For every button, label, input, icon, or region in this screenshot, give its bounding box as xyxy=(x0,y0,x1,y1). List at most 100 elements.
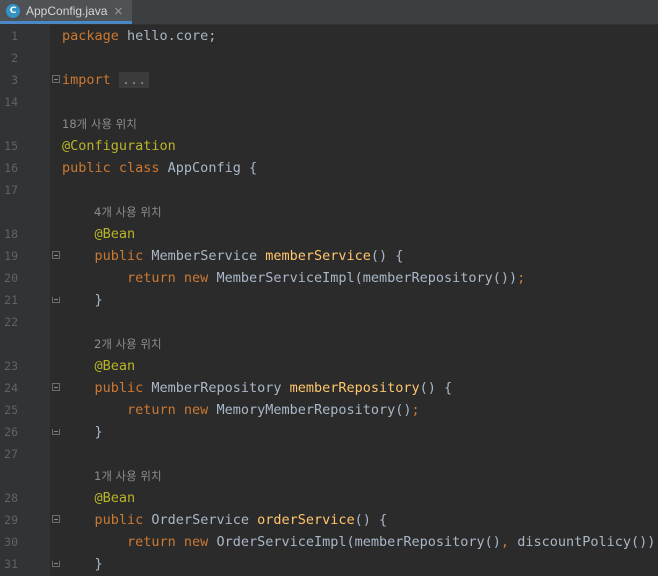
keyword-token: return new xyxy=(127,402,209,418)
code-token: AppConfig { xyxy=(159,160,258,176)
annotation-token: @Bean xyxy=(94,490,136,506)
line-number: 3 xyxy=(11,73,18,87)
method-name-token: memberRepository xyxy=(289,380,420,396)
code-line[interactable]: 31 } xyxy=(0,553,658,575)
code-line[interactable]: 2 xyxy=(0,47,658,69)
method-name-token: orderService xyxy=(257,512,355,528)
line-number: 21 xyxy=(4,293,18,307)
line-number: 20 xyxy=(4,271,18,285)
line-number: 25 xyxy=(4,403,18,417)
code-text: } xyxy=(62,421,103,443)
line-number: 26 xyxy=(4,425,18,439)
java-class-icon: C xyxy=(6,3,20,18)
annotation-token: @Bean xyxy=(94,226,136,242)
usage-hint-line[interactable]: 4개 사용 위치 xyxy=(0,201,658,223)
annotation-token: @Bean xyxy=(94,358,136,374)
code-token: () { xyxy=(354,512,388,528)
code-line[interactable]: 20 return new MemberServiceImpl(memberRe… xyxy=(0,267,658,289)
line-number: 15 xyxy=(4,139,18,153)
code-line[interactable]: 15 @Configuration xyxy=(0,135,658,157)
code-line[interactable]: 26 } xyxy=(0,421,658,443)
tab-label: AppConfig.java xyxy=(26,3,108,18)
code-token: MemberServiceImpl(memberRepository()) xyxy=(208,270,518,286)
code-text: @Bean xyxy=(62,223,136,245)
fold-collapse-icon[interactable] xyxy=(52,75,60,83)
code-token: discountPolicy()) xyxy=(509,534,656,550)
code-token: } xyxy=(62,292,103,308)
code-text: @Configuration xyxy=(62,135,176,157)
code-line[interactable]: 25 return new MemoryMemberRepository(); xyxy=(0,399,658,421)
code-text: import ... xyxy=(62,69,150,91)
line-number: 2 xyxy=(11,51,18,65)
code-line[interactable]: 29 public OrderService orderService() { xyxy=(0,509,658,531)
code-text: public OrderService orderService() { xyxy=(62,509,388,531)
usages-hint[interactable]: 2개 사용 위치 xyxy=(94,333,162,355)
line-number: 23 xyxy=(4,359,18,373)
code-line[interactable]: 27 xyxy=(0,443,658,465)
line-number: 19 xyxy=(4,249,18,263)
code-line[interactable]: 30 return new OrderServiceImpl(memberRep… xyxy=(0,531,658,553)
fold-collapse-icon[interactable] xyxy=(52,383,60,391)
fold-end-icon[interactable] xyxy=(52,429,60,435)
keyword-token: package xyxy=(62,28,119,44)
code-token: hello.core; xyxy=(118,28,217,44)
annotation-token: @Configuration xyxy=(62,138,176,154)
code-text: @Bean xyxy=(62,487,136,509)
keyword-token: , xyxy=(500,534,510,550)
close-icon[interactable]: × xyxy=(113,4,123,18)
code-line[interactable]: 14 xyxy=(0,91,658,113)
code-token: OrderService xyxy=(143,512,258,528)
code-text: } xyxy=(62,553,103,575)
keyword-token: public xyxy=(94,380,144,396)
usage-hint-line[interactable]: 18개 사용 위치 xyxy=(0,113,658,135)
fold-collapse-icon[interactable] xyxy=(52,251,60,259)
tab-appconfig-java[interactable]: C AppConfig.java × xyxy=(0,0,132,24)
code-line[interactable]: 18 @Bean xyxy=(0,223,658,245)
usage-hint-line[interactable]: 1개 사용 위치 xyxy=(0,465,658,487)
code-line[interactable]: 16 public class AppConfig { xyxy=(0,157,658,179)
code-line[interactable]: 17 xyxy=(0,179,658,201)
code-token: } xyxy=(62,556,103,572)
line-number: 28 xyxy=(4,491,18,505)
code-editor[interactable]: 1 package hello.core; 2 3 import ... 14 18개 사용… xyxy=(0,25,658,576)
code-text: @Bean xyxy=(62,355,136,377)
keyword-token: public class xyxy=(62,160,160,176)
fold-end-icon[interactable] xyxy=(52,297,60,303)
code-line[interactable]: 19 public MemberService memberService() … xyxy=(0,245,658,267)
code-text: public MemberRepository memberRepository… xyxy=(62,377,453,399)
code-line[interactable]: 24 public MemberRepository memberReposit… xyxy=(0,377,658,399)
editor-tab-bar: C AppConfig.java × xyxy=(0,0,658,25)
code-text: } xyxy=(62,289,103,311)
code-line[interactable]: 3 import ... xyxy=(0,69,658,91)
usages-hint[interactable]: 18개 사용 위치 xyxy=(62,113,137,135)
code-line[interactable]: 1 package hello.core; xyxy=(0,25,658,47)
keyword-token: ; xyxy=(411,402,420,418)
fold-collapse-icon[interactable] xyxy=(52,515,60,523)
keyword-token: ; xyxy=(517,270,526,286)
keyword-token: return new xyxy=(127,270,209,286)
code-text: return new MemberServiceImpl(memberRepos… xyxy=(62,267,525,289)
usages-hint[interactable]: 4개 사용 위치 xyxy=(94,201,162,223)
line-number: 24 xyxy=(4,381,18,395)
usage-hint-line[interactable]: 2개 사용 위치 xyxy=(0,333,658,355)
code-line[interactable]: 23 @Bean xyxy=(0,355,658,377)
fold-end-icon[interactable] xyxy=(52,561,60,567)
code-line[interactable]: 28 @Bean xyxy=(0,487,658,509)
line-number: 31 xyxy=(4,557,18,571)
code-token: MemoryMemberRepository() xyxy=(208,402,412,418)
line-number: 22 xyxy=(4,315,18,329)
code-line[interactable]: 21 } xyxy=(0,289,658,311)
code-line[interactable]: 22 xyxy=(0,311,658,333)
code-token: MemberService xyxy=(143,248,266,264)
line-number: 1 xyxy=(11,29,18,43)
code-token: } xyxy=(62,424,103,440)
code-text: return new MemoryMemberRepository(); xyxy=(62,399,420,421)
usages-hint[interactable]: 1개 사용 위치 xyxy=(94,465,162,487)
